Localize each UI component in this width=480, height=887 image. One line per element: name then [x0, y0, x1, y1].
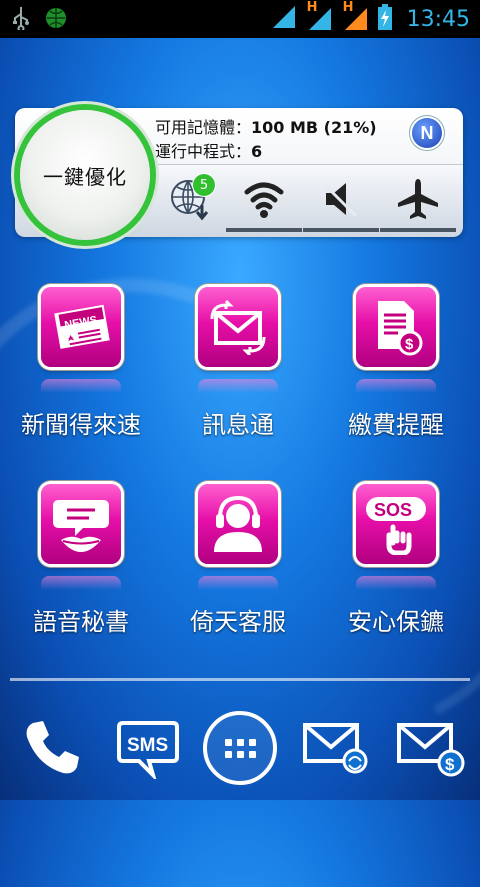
memory-info: 可用記憶體：100 MB (21%) 運行中程式：6 [155, 116, 377, 164]
icon-reflection [356, 379, 436, 393]
icon-reflection [41, 379, 121, 393]
svg-text:$: $ [445, 755, 455, 774]
optimize-label: 一鍵優化 [43, 164, 127, 189]
n-logo-button[interactable]: N [412, 118, 442, 148]
clock: 13:45 [406, 6, 470, 32]
running-label: 運行中程式： [155, 142, 252, 161]
running-value: 6 [251, 142, 263, 161]
svg-text:SOS: SOS [374, 500, 412, 520]
app-label: 繳費提醒 [348, 411, 444, 439]
phone-button[interactable] [12, 708, 92, 788]
svg-text:SMS: SMS [127, 735, 168, 756]
logo-letter: N [420, 122, 434, 143]
app-messaging[interactable]: 訊息通 [163, 287, 313, 447]
headset-icon [198, 484, 278, 564]
email-dollar-icon: $ [397, 723, 465, 777]
sms-icon: SMS [117, 721, 179, 779]
app-label: 訊息通 [202, 411, 274, 439]
sos-icon: SOS [356, 484, 436, 564]
sms-button[interactable]: SMS [108, 708, 188, 788]
update-count-badge: 5 [193, 174, 215, 196]
voice-icon [41, 484, 121, 564]
bill-icon: $ [356, 287, 436, 367]
usb-icon [12, 6, 30, 34]
sound-toggle[interactable] [303, 172, 379, 232]
news-icon: NEWS [41, 287, 121, 367]
memory-value: 100 MB (21%) [251, 118, 377, 137]
app-label: 新聞得來速 [21, 411, 141, 439]
icon-reflection [198, 576, 278, 590]
wifi-icon [244, 182, 284, 218]
signal-h-icon-2: H [341, 0, 369, 36]
icon-reflection [356, 576, 436, 590]
app-customer-service[interactable]: 倚天客服 [163, 484, 313, 644]
app-bill-reminder[interactable]: $ 繳費提醒 [321, 287, 471, 447]
app-drawer-icon [203, 711, 277, 785]
dock-divider [10, 678, 470, 681]
wifi-toggle[interactable] [226, 172, 302, 232]
dock: SMS $ [0, 690, 480, 800]
icon-reflection [41, 576, 121, 590]
app-label: 倚天客服 [190, 608, 286, 636]
email-icon [303, 723, 368, 774]
envelope-refresh-icon [198, 287, 278, 367]
airplane-toggle[interactable] [380, 172, 456, 232]
app-label: 安心保鑣 [348, 608, 444, 636]
one-key-optimize-button[interactable]: 一鍵優化 [20, 110, 150, 240]
svg-text:$: $ [405, 336, 414, 353]
email-button[interactable] [296, 708, 376, 788]
airplane-icon [398, 179, 438, 219]
signal-h-icon-1: H [305, 0, 333, 36]
status-bar: H H 13:45 [0, 0, 480, 38]
phone-icon [26, 721, 80, 774]
icon-reflection [198, 379, 278, 393]
app-voice-secretary[interactable]: 語音秘書 [6, 484, 156, 644]
app-label: 語音秘書 [33, 608, 129, 636]
email-bill-button[interactable]: $ [390, 708, 470, 788]
mute-icon [322, 182, 358, 218]
app-drawer-button[interactable] [200, 708, 280, 788]
globe-icon [44, 6, 68, 34]
signal-icon [271, 4, 297, 34]
memory-label: 可用記憶體： [155, 118, 252, 137]
battery-charging-icon [377, 3, 393, 35]
app-safety-guard[interactable]: SOS 安心保鑣 [321, 484, 471, 644]
app-news[interactable]: NEWS 新聞得來速 [6, 287, 156, 447]
